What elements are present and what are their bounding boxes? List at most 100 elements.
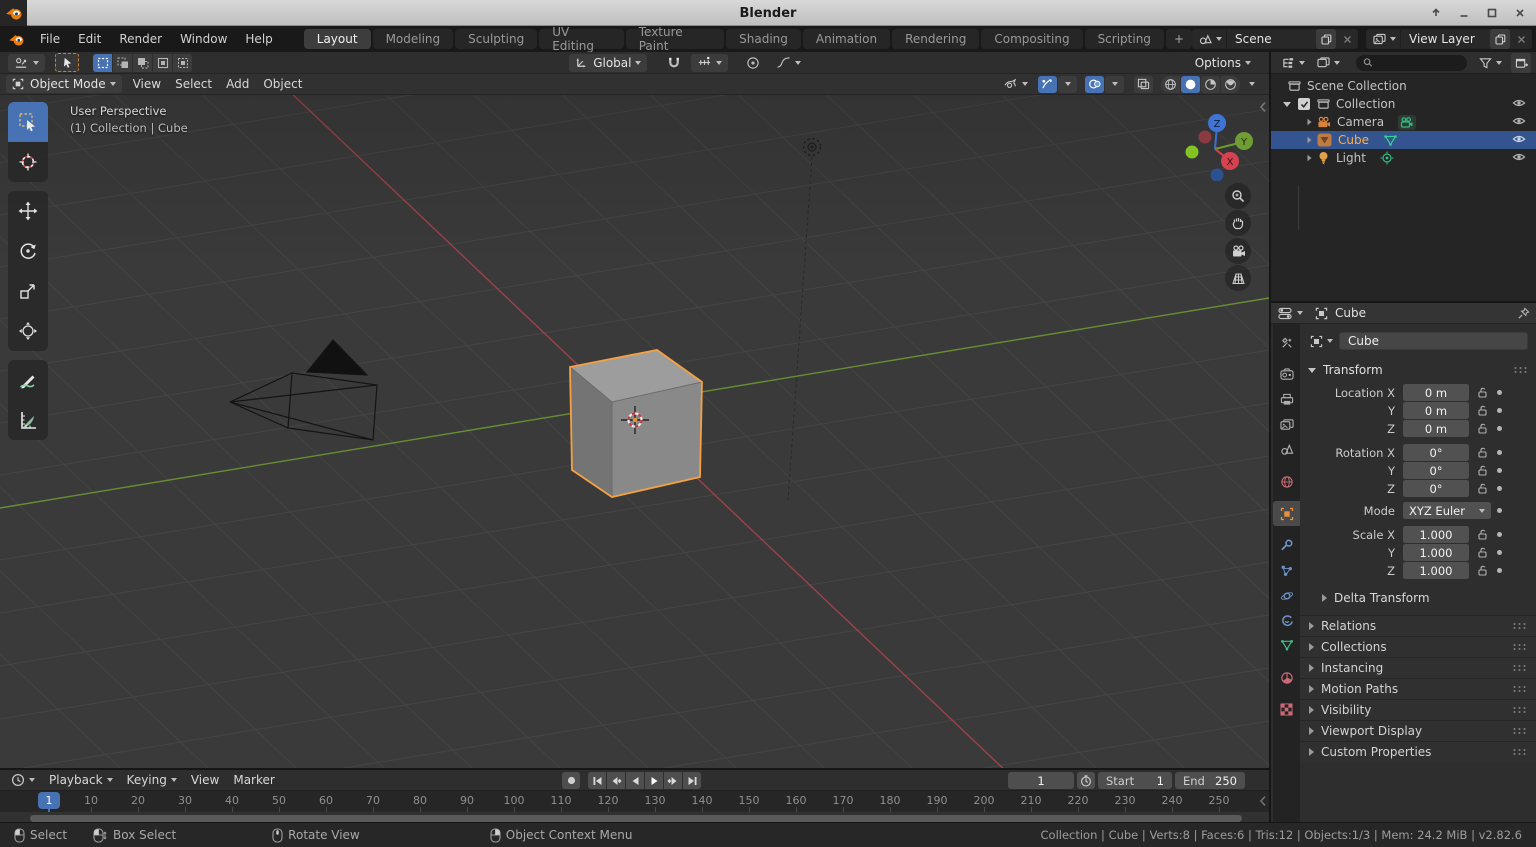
drag-handle-icon[interactable] (1512, 664, 1527, 672)
tool-scale[interactable] (8, 271, 48, 311)
lock-icon[interactable] (1469, 565, 1497, 576)
snap-toggle-button[interactable] (661, 54, 687, 72)
lock-icon[interactable] (1469, 465, 1497, 476)
menu-select[interactable]: Select (168, 74, 219, 95)
menu-add[interactable]: Add (219, 74, 256, 95)
tab-render-properties[interactable] (1273, 362, 1300, 387)
tab-output-properties[interactable] (1273, 387, 1300, 412)
row-label[interactable]: Cube (1338, 133, 1369, 147)
tab-scripting[interactable]: Scripting (1084, 29, 1164, 49)
active-tool-dropdown[interactable] (8, 53, 45, 72)
animate-dot[interactable] (1497, 450, 1502, 455)
pin-icon[interactable] (1517, 306, 1530, 320)
tab-rendering[interactable]: Rendering (892, 29, 980, 49)
menu-render[interactable]: Render (110, 26, 171, 52)
viewport-canvas[interactable] (0, 95, 1269, 768)
row-label[interactable]: Light (1336, 151, 1366, 165)
rotation-y-field[interactable]: 0° (1403, 462, 1469, 479)
lock-icon[interactable] (1469, 423, 1497, 434)
maximize-button[interactable] (1482, 4, 1502, 22)
scale-x-field[interactable]: 1.000 (1403, 526, 1469, 543)
drag-handle-icon[interactable] (1512, 622, 1527, 630)
shade-window-button[interactable] (1426, 4, 1446, 22)
menu-playback[interactable]: Playback (42, 770, 120, 791)
cube-object[interactable] (569, 349, 703, 498)
outliner-search-input[interactable] (1372, 56, 1460, 69)
tab-particle-properties[interactable] (1273, 558, 1300, 583)
tab-scene-properties[interactable] (1273, 437, 1300, 462)
light-data-icon[interactable] (1380, 151, 1394, 165)
animate-dot[interactable] (1497, 532, 1502, 537)
blender-menu-logo-icon[interactable] (0, 33, 31, 46)
tab-animation[interactable]: Animation (802, 29, 891, 49)
select-mode-intersect[interactable] (173, 53, 192, 72)
tab-constraint-properties[interactable] (1273, 608, 1300, 633)
tab-texture-properties[interactable] (1273, 697, 1300, 722)
mesh-data-icon[interactable] (1383, 134, 1398, 147)
tab-physics-properties[interactable] (1273, 583, 1300, 608)
section-viewport-display[interactable]: Viewport Display (1300, 720, 1536, 741)
view-layer-selector[interactable]: View Layer (1366, 29, 1532, 49)
tab-texture-paint[interactable]: Texture Paint (625, 25, 725, 53)
tab-tool-properties[interactable] (1273, 330, 1300, 355)
tab-object-data-properties[interactable] (1273, 633, 1300, 658)
tab-uv-editing[interactable]: UV Editing (539, 25, 624, 53)
select-mode-invert[interactable] (153, 53, 172, 72)
tool-annotate[interactable] (8, 360, 48, 400)
section-collections[interactable]: Collections (1300, 636, 1536, 657)
animate-dot[interactable] (1497, 426, 1502, 431)
object-name-field[interactable]: Cube (1339, 332, 1528, 350)
tool-transform[interactable] (8, 311, 48, 351)
tab-material-properties[interactable] (1273, 665, 1300, 690)
animate-dot[interactable] (1497, 408, 1502, 413)
tab-world-properties[interactable] (1273, 469, 1300, 494)
properties-editor-type-icon[interactable] (1277, 305, 1293, 321)
add-workspace-button[interactable]: + (1165, 29, 1192, 49)
tab-layout[interactable]: Layout (303, 29, 371, 49)
outliner-filter-dropdown[interactable] (1473, 54, 1508, 72)
section-visibility[interactable]: Visibility (1300, 699, 1536, 720)
select-mode-extend[interactable] (113, 53, 132, 72)
animate-dot[interactable] (1497, 390, 1502, 395)
menu-object[interactable]: Object (256, 74, 309, 95)
location-z-field[interactable]: 0 m (1403, 420, 1469, 437)
view-layer-name[interactable]: View Layer (1401, 32, 1489, 46)
menu-file[interactable]: File (31, 26, 69, 52)
menu-window[interactable]: Window (171, 26, 236, 52)
tab-view-layer-properties[interactable] (1273, 412, 1300, 437)
object-visibility-dropdown[interactable] (1001, 76, 1030, 93)
row-label[interactable]: Camera (1337, 115, 1384, 129)
select-mode-new[interactable] (93, 53, 112, 72)
unlink-scene-button[interactable] (1337, 29, 1357, 49)
section-motion-paths[interactable]: Motion Paths (1300, 678, 1536, 699)
gizmo-neg-z-axis[interactable] (1210, 168, 1224, 182)
lock-icon[interactable] (1469, 405, 1497, 416)
expand-arrow-icon[interactable] (1283, 101, 1291, 107)
outliner-row-light[interactable]: Light (1271, 149, 1536, 167)
overlays-settings-chevron[interactable] (1105, 75, 1124, 93)
drag-handle-icon[interactable] (1513, 366, 1528, 374)
playhead-current-frame[interactable]: 1 (38, 792, 60, 823)
drag-handle-icon[interactable] (1512, 643, 1527, 651)
animate-dot[interactable] (1497, 568, 1502, 573)
shading-rendered-button[interactable] (1221, 75, 1240, 93)
rotation-z-field[interactable]: 0° (1403, 480, 1469, 497)
hide-eye-icon[interactable] (1512, 115, 1526, 127)
outliner-search-box[interactable] (1356, 54, 1467, 71)
tool-measure[interactable] (8, 400, 48, 440)
expand-arrow-icon[interactable] (1307, 136, 1312, 144)
remove-view-layer-button[interactable] (1511, 29, 1531, 49)
scene-selector[interactable]: Scene (1192, 29, 1358, 49)
jump-to-end-button[interactable] (683, 772, 701, 789)
snap-settings-dropdown[interactable] (691, 53, 729, 72)
rotation-x-field[interactable]: 0° (1403, 444, 1469, 461)
lock-icon[interactable] (1469, 483, 1497, 494)
tab-object-properties[interactable] (1273, 501, 1300, 526)
proportional-falloff-dropdown[interactable] (770, 54, 807, 72)
drag-handle-icon[interactable] (1512, 748, 1527, 756)
scale-y-field[interactable]: 1.000 (1403, 544, 1469, 561)
sidebar-toggle-arrow[interactable] (1259, 101, 1267, 113)
location-y-field[interactable]: 0 m (1403, 402, 1469, 419)
options-dropdown[interactable]: Options (1189, 54, 1257, 72)
scene-name[interactable]: Scene (1227, 32, 1315, 46)
